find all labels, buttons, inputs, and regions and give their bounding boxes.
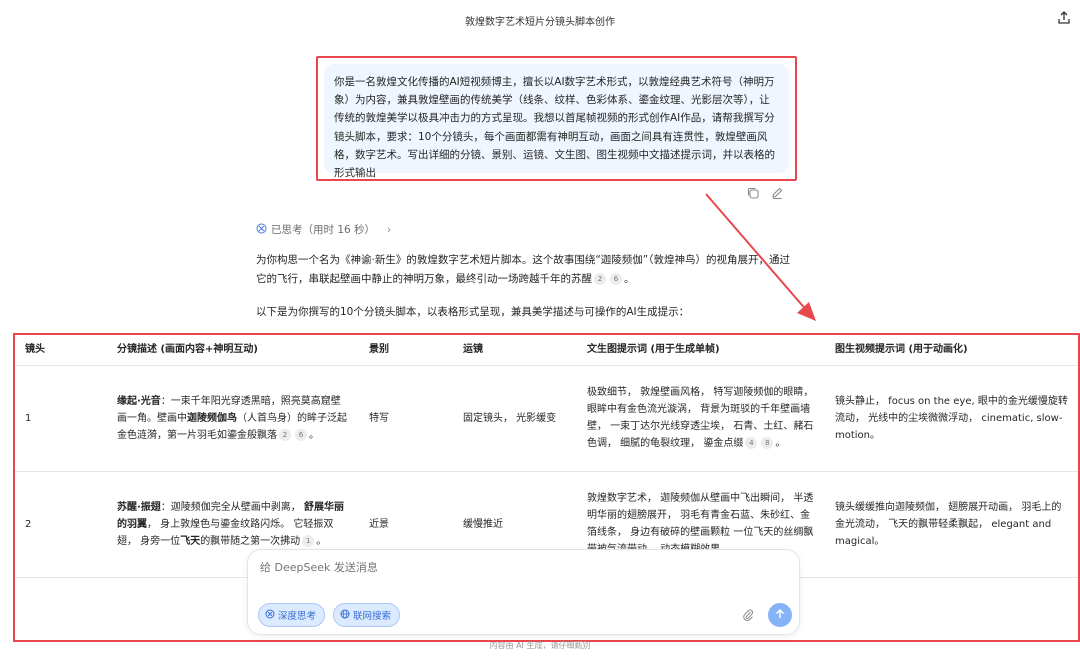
- user-message-bubble: 你是一名敦煌文化传播的AI短视频博主，擅长以AI数字艺术形式，以敦煌经典艺术符号…: [324, 64, 789, 179]
- thinking-label: 已思考（用时 16 秒）: [271, 224, 376, 236]
- citation-badge[interactable]: 4: [745, 437, 758, 449]
- desc-end: 。: [309, 429, 319, 441]
- citation-badge[interactable]: 8: [761, 437, 774, 449]
- page-title: 敦煌数字艺术短片分镜头脚本创作: [465, 17, 615, 28]
- desc-bold: 缘起·光音: [117, 395, 161, 407]
- message-actions: [746, 186, 784, 200]
- web-search-label: 联网搜索: [353, 611, 392, 622]
- desc-bold: 飞天: [180, 535, 201, 547]
- cell-move: 固定镜头， 光影缓变: [453, 365, 577, 472]
- answer-intro: 为你构思一个名为《神谕·新生》的敦煌数字艺术短片脚本。这个故事围绕“迦陵频伽”（…: [256, 251, 796, 289]
- cell-shot: 2: [15, 471, 107, 578]
- desc-bold: 苏醒·振翅: [117, 501, 161, 513]
- table-header-row: 镜头 分镜描述 (画面内容+神明互动) 景别 运镜 文生图提示词 (用于生成单帧…: [15, 335, 1078, 366]
- share-icon[interactable]: [1056, 10, 1072, 26]
- edit-icon[interactable]: [770, 186, 784, 200]
- storyboard-table: 镜头 分镜描述 (画面内容+神明互动) 景别 运镜 文生图提示词 (用于生成单帧…: [15, 335, 1078, 578]
- cell-shot: 1: [15, 365, 107, 472]
- deep-think-button[interactable]: 深度思考: [258, 603, 326, 627]
- answer-lead: 以下是为你撰写的10个分镜头脚本，以表格形式呈现，兼具美学描述与可操作的AI生成…: [256, 306, 690, 318]
- cell-scene: 特写: [359, 365, 453, 472]
- answer-intro-text: 为你构思一个名为《神谕·新生》的敦煌数字艺术短片脚本。这个故事围绕“迦陵频伽”（…: [256, 254, 790, 285]
- deep-think-label: 深度思考: [278, 611, 317, 622]
- header-desc: 分镜描述 (画面内容+神明互动): [107, 335, 359, 366]
- answer-intro-end: 。: [624, 273, 635, 285]
- globe-icon: [340, 609, 350, 622]
- cell-desc: 缘起·光音：一束千年阳光穿透黑暗，照亮莫高窟壁画一角。壁画中迦陵频伽鸟（人首鸟身…: [107, 365, 359, 472]
- citation-badge[interactable]: 6: [295, 428, 307, 441]
- cell-t2i: 极致细节， 敦煌壁画风格， 特写迦陵频伽的眼睛， 眼眸中有金色流光漩涡， 背景为…: [577, 365, 825, 472]
- citation-badge[interactable]: 1: [302, 534, 315, 547]
- table-row: 1 缘起·光音：一束千年阳光穿透黑暗，照亮莫高窟壁画一角。壁画中迦陵频伽鸟（人首…: [15, 365, 1078, 472]
- send-button[interactable]: [768, 603, 792, 627]
- desc-text: 的飘带随之第一次拂动: [200, 535, 301, 547]
- message-input[interactable]: [260, 561, 760, 574]
- deep-think-icon: [265, 609, 275, 622]
- arrow-up-icon: [774, 608, 786, 623]
- header-i2v: 图生视频提示词 (用于动画化): [825, 335, 1078, 366]
- citation-badge[interactable]: 2: [594, 273, 606, 285]
- header-t2i: 文生图提示词 (用于生成单帧): [577, 335, 825, 366]
- paperclip-icon[interactable]: [742, 608, 754, 622]
- desc-end: 。: [316, 535, 327, 547]
- chevron-right-icon: ›: [387, 223, 392, 236]
- citation-badge[interactable]: 2: [279, 428, 291, 441]
- message-composer: 深度思考 联网搜索: [247, 549, 800, 635]
- cell-i2v: 镜头缓缓推向迦陵频伽， 翅膀展开动画， 羽毛上的金光流动， 飞天的飘带轻柔飘起，…: [825, 471, 1078, 578]
- citation-badge[interactable]: 6: [610, 273, 622, 285]
- header-shot: 镜头: [15, 335, 107, 366]
- web-search-button[interactable]: 联网搜索: [333, 603, 401, 627]
- desc-text: ：迦陵频伽完全从壁画中剥离，: [160, 501, 304, 513]
- ai-disclaimer: 内容由 AI 生成，请仔细甄别: [489, 641, 591, 650]
- thinking-toggle[interactable]: 已思考（用时 16 秒） ›: [256, 222, 391, 237]
- cell-i2v: 镜头静止， focus on the eye, 眼中的金光缓慢旋转流动， 光线中…: [825, 365, 1078, 472]
- desc-bold: 迦陵频伽鸟: [187, 412, 237, 424]
- copy-icon[interactable]: [746, 186, 760, 200]
- deep-think-icon: [256, 223, 267, 237]
- header-move: 运镜: [453, 335, 577, 366]
- user-message-highlight: 你是一名敦煌文化传播的AI短视频博主，擅长以AI数字艺术形式，以敦煌经典艺术符号…: [316, 56, 797, 181]
- header-scene: 景别: [359, 335, 453, 366]
- t2i-end: 。: [775, 438, 786, 449]
- top-bar: 敦煌数字艺术短片分镜头脚本创作: [0, 0, 1080, 38]
